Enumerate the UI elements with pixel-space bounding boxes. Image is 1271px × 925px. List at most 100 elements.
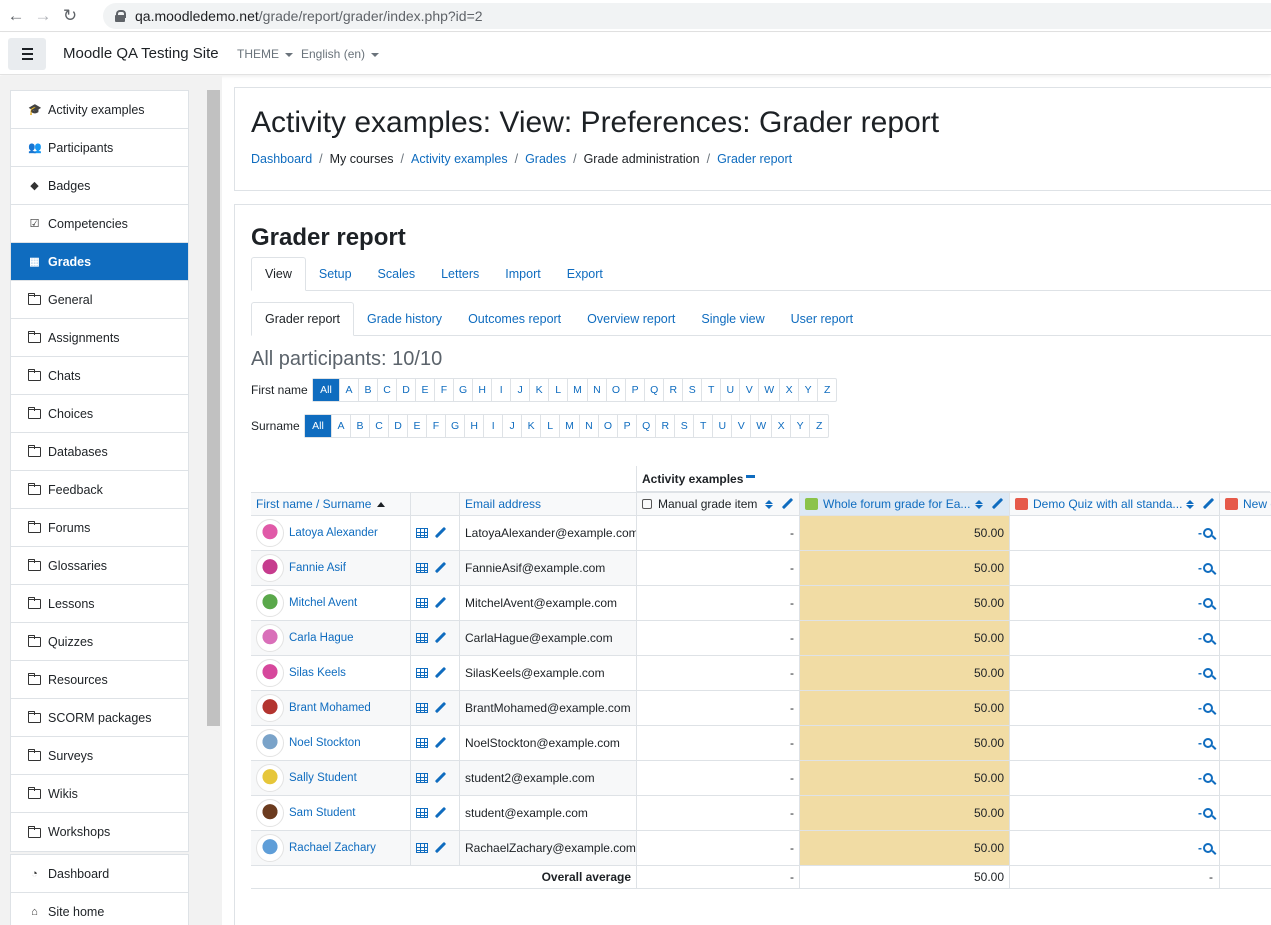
grade-analysis-cell[interactable]: - <box>1198 771 1213 785</box>
student-name-link[interactable]: Rachael Zachary <box>289 842 376 854</box>
firstname-initial-o[interactable]: O <box>605 379 625 401</box>
firstname-initial-k[interactable]: K <box>529 379 548 401</box>
sidebar-item-participants[interactable]: 👥 Participants <box>11 129 188 167</box>
firstname-initial-q[interactable]: Q <box>644 379 663 401</box>
forum-grade-cell[interactable]: 50.00 <box>799 621 1009 655</box>
tab-overview-report[interactable]: Overview report <box>574 302 688 336</box>
sidebar-item-choices[interactable]: Choices <box>11 395 188 433</box>
zoom-in-icon[interactable] <box>1203 843 1213 853</box>
edit-pencil-icon[interactable] <box>434 562 447 575</box>
manual-grade-cell[interactable]: - <box>636 691 799 725</box>
single-view-grid-icon[interactable] <box>416 843 428 853</box>
surname-initial-g[interactable]: G <box>445 415 464 437</box>
sidebar-item-dashboard[interactable]: ◔ Dashboard <box>11 855 188 893</box>
surname-initial-m[interactable]: M <box>559 415 579 437</box>
surname-initial-s[interactable]: S <box>674 415 693 437</box>
avatar[interactable] <box>256 729 284 757</box>
surname-initial-v[interactable]: V <box>731 415 750 437</box>
zoom-in-icon[interactable] <box>1203 738 1213 748</box>
surname-initial-z[interactable]: Z <box>809 415 828 437</box>
firstname-initial-p[interactable]: P <box>625 379 644 401</box>
surname-initial-y[interactable]: Y <box>790 415 809 437</box>
avatar[interactable] <box>256 589 284 617</box>
site-name[interactable]: Moodle QA Testing Site <box>63 45 219 62</box>
surname-initial-n[interactable]: N <box>578 415 598 437</box>
sidebar-item-forums[interactable]: Forums <box>11 509 188 547</box>
grade-analysis-cell[interactable]: - <box>1198 841 1213 855</box>
firstname-initial-m[interactable]: M <box>567 379 587 401</box>
new-grade-cell[interactable] <box>1219 831 1271 865</box>
avatar[interactable] <box>256 554 284 582</box>
firstname-initial-all[interactable]: All <box>313 379 339 401</box>
manual-grade-cell[interactable]: - <box>636 656 799 690</box>
manual-grade-cell[interactable]: - <box>636 551 799 585</box>
sidebar-item-wikis[interactable]: Wikis <box>11 775 188 813</box>
quiz-grade-cell[interactable]: - <box>1009 831 1219 865</box>
grade-analysis-cell[interactable]: - <box>1198 561 1213 575</box>
tab-outcomes-report[interactable]: Outcomes report <box>455 302 574 336</box>
quiz-grade-cell[interactable]: - <box>1009 621 1219 655</box>
sidebar-item-activity-examples[interactable]: 🎓 Activity examples <box>11 91 188 129</box>
manual-grade-cell[interactable]: - <box>636 761 799 795</box>
firstname-initial-z[interactable]: Z <box>817 379 836 401</box>
sidebar-item-glossaries[interactable]: Glossaries <box>11 547 188 585</box>
student-name-link[interactable]: Sam Student <box>289 807 355 819</box>
hamburger-menu-icon[interactable] <box>8 38 46 70</box>
tab-grade-history[interactable]: Grade history <box>354 302 455 336</box>
edit-pencil-icon[interactable] <box>434 667 447 680</box>
sidebar-item-quizzes[interactable]: Quizzes <box>11 623 188 661</box>
firstname-initial-t[interactable]: T <box>701 379 720 401</box>
surname-initial-j[interactable]: J <box>502 415 521 437</box>
student-name-link[interactable]: Sally Student <box>289 772 357 784</box>
forward-icon[interactable]: → <box>32 5 54 27</box>
firstname-initial-x[interactable]: X <box>779 379 798 401</box>
edit-pencil-icon[interactable] <box>1202 498 1215 511</box>
new-grade-item-link[interactable]: New c <box>1243 497 1271 511</box>
edit-pencil-icon[interactable] <box>434 772 447 785</box>
student-name-link[interactable]: Silas Keels <box>289 667 346 679</box>
grade-analysis-cell[interactable]: - <box>1198 596 1213 610</box>
manual-grade-cell[interactable]: - <box>636 726 799 760</box>
avatar[interactable] <box>256 694 284 722</box>
surname-initial-i[interactable]: I <box>483 415 502 437</box>
quiz-grade-cell[interactable]: - <box>1009 656 1219 690</box>
quiz-grade-item-header[interactable]: Demo Quiz with all standa... <box>1009 493 1219 515</box>
single-view-grid-icon[interactable] <box>416 808 428 818</box>
tab-single-view[interactable]: Single view <box>688 302 777 336</box>
tab-scales[interactable]: Scales <box>365 257 429 291</box>
single-view-grid-icon[interactable] <box>416 773 428 783</box>
new-grade-cell[interactable] <box>1219 761 1271 795</box>
manual-grade-cell[interactable]: - <box>636 516 799 550</box>
surname-initial-e[interactable]: E <box>407 415 426 437</box>
sidebar-item-grades[interactable]: ▦ Grades <box>11 243 188 281</box>
forum-grade-cell[interactable]: 50.00 <box>799 551 1009 585</box>
sidebar-item-scorm-packages[interactable]: SCORM packages <box>11 699 188 737</box>
new-grade-item-header[interactable]: New c <box>1219 493 1271 515</box>
firstname-initial-g[interactable]: G <box>453 379 472 401</box>
forum-grade-cell[interactable]: 50.00 <box>799 761 1009 795</box>
surname-initial-f[interactable]: F <box>426 415 445 437</box>
zoom-in-icon[interactable] <box>1203 808 1213 818</box>
firstname-initial-h[interactable]: H <box>472 379 491 401</box>
quiz-grade-item-link[interactable]: Demo Quiz with all standa... <box>1033 497 1182 511</box>
manual-grade-item-header[interactable]: Manual grade item <box>636 493 799 515</box>
sidebar-item-lessons[interactable]: Lessons <box>11 585 188 623</box>
grade-analysis-cell[interactable]: - <box>1198 631 1213 645</box>
surname-initial-l[interactable]: L <box>540 415 559 437</box>
single-view-grid-icon[interactable] <box>416 633 428 643</box>
surname-initial-c[interactable]: C <box>369 415 388 437</box>
email-sort-link[interactable]: Email address <box>465 497 541 511</box>
student-name-link[interactable]: Fannie Asif <box>289 562 346 574</box>
tab-letters[interactable]: Letters <box>428 257 492 291</box>
forum-grade-cell[interactable]: 50.00 <box>799 516 1009 550</box>
firstname-initial-a[interactable]: A <box>339 379 358 401</box>
surname-initial-d[interactable]: D <box>388 415 407 437</box>
manual-grade-cell[interactable]: - <box>636 586 799 620</box>
firstname-initial-b[interactable]: B <box>358 379 377 401</box>
forum-grade-item-header[interactable]: Whole forum grade for Ea... <box>799 493 1009 515</box>
sort-icon[interactable] <box>975 499 983 509</box>
quiz-grade-cell[interactable]: - <box>1009 516 1219 550</box>
forum-grade-cell[interactable]: 50.00 <box>799 656 1009 690</box>
surname-initial-t[interactable]: T <box>693 415 712 437</box>
surname-initial-a[interactable]: A <box>331 415 350 437</box>
